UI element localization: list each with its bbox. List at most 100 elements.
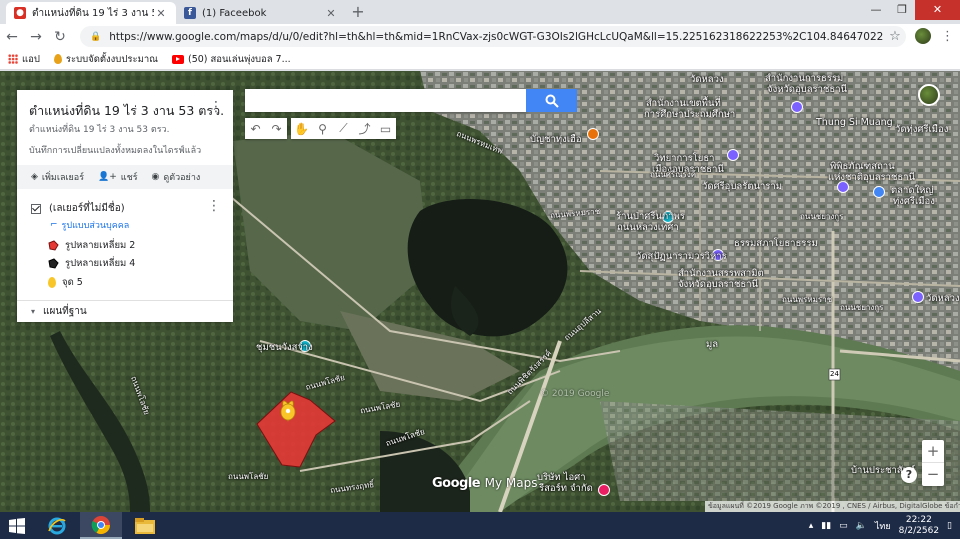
feature-item[interactable]: รูปหลายเหลี่ยม 2 (48, 238, 135, 253)
bookmark-label: แอป (22, 53, 40, 65)
bookmark-budget[interactable]: ระบบจัดตั้งงบประมาณ (53, 52, 158, 67)
place-label: ธรรมสภาโยธาธรรม (734, 238, 818, 249)
start-button[interactable] (0, 512, 34, 539)
redo-icon[interactable]: ↷ (266, 118, 287, 139)
map-title[interactable]: ตำแหน่งที่ดิน 19 ไร่ 3 งาน 53 ตรว. (29, 101, 224, 121)
ruler-icon[interactable]: ▭ (375, 118, 396, 139)
account-avatar[interactable] (918, 84, 940, 106)
map-menu-icon[interactable]: ⋮ (209, 99, 223, 115)
volume-icon[interactable]: 🔈 (856, 521, 867, 531)
search-icon (545, 94, 559, 108)
network-icon[interactable]: ▮▮ (821, 521, 831, 531)
zoom-out-button[interactable]: − (922, 463, 944, 486)
preview-button[interactable]: ◉ ดูตัวอย่าง (152, 170, 201, 184)
add-marker-icon[interactable]: ⚲ (312, 118, 333, 139)
feature-item[interactable]: รูปหลายเหลี่ยม 4 (48, 256, 135, 271)
taskbar-ie[interactable] (36, 512, 78, 539)
new-tab-button[interactable]: + (349, 3, 367, 21)
bookmark-label: (50) สอนเล่นพุ่งบอล 7... (187, 53, 291, 65)
share-button[interactable]: 👤+ แชร์ (98, 170, 138, 184)
help-icon[interactable]: ? (901, 467, 917, 483)
internet-explorer-icon (48, 517, 66, 534)
zoom-control: + − (922, 440, 944, 486)
window-controls: — ❐ ✕ (863, 0, 960, 20)
draw-line-icon[interactable]: ⟋ (333, 118, 354, 139)
layer-checkbox[interactable] (31, 203, 41, 214)
resort-poi-icon[interactable] (598, 484, 610, 496)
layer-row[interactable]: (เลเยอร์ที่ไม่มีชื่อ) (31, 201, 125, 216)
add-layer-label: เพิ่มเลเยอร์ (41, 173, 85, 183)
school-poi-icon[interactable] (587, 128, 599, 140)
hand-icon[interactable]: ✋ (291, 118, 312, 139)
bookmark-apps[interactable]: แอป (8, 52, 40, 67)
layer-name[interactable]: (เลเยอร์ที่ไม่มีชื่อ) (49, 201, 125, 216)
zoom-in-button[interactable]: + (922, 440, 944, 463)
map-tools: ↶ ↷ ✋ ⚲ ⟋ ⤴ ▭ (245, 118, 396, 139)
reload-icon[interactable]: ↻ (48, 29, 72, 45)
undo-icon[interactable]: ↶ (245, 118, 266, 139)
map-description[interactable]: ตำแหน่งที่ดิน 19 ไร่ 3 งาน 53 ตรว. (29, 122, 169, 136)
minimize-icon[interactable]: — (863, 0, 889, 20)
close-icon[interactable]: ✕ (324, 7, 338, 20)
bookmarks-bar: แอป ระบบจัดตั้งงบประมาณ (50) สอนเล่นพุ่ง… (0, 49, 960, 70)
place-label: รีสอร์ท จำกัด (539, 483, 593, 494)
temple-poi-icon[interactable] (727, 149, 739, 161)
map-attribution[interactable]: ข้อมูลแผนที่ ©2019 Google ภาพ ©2019 , CN… (705, 501, 960, 512)
notifications-icon[interactable]: ▯ (947, 521, 952, 531)
layer-menu-icon[interactable]: ⋮ (207, 198, 221, 214)
temple-poi-icon[interactable] (912, 291, 924, 303)
feature-label: จุด 5 (62, 277, 83, 288)
tab-facebook[interactable]: f (1) Faceebok ✕ (176, 2, 346, 24)
search-input[interactable] (245, 89, 527, 112)
taskbar-explorer[interactable] (124, 512, 166, 539)
profile-avatar[interactable] (915, 28, 931, 44)
chevron-up-icon[interactable]: ▴ (809, 521, 814, 531)
share-label: แชร์ (120, 173, 138, 183)
map-watermark: © 2019 Google (540, 389, 610, 399)
road-label: ถนนศรีณรงค์ (650, 170, 697, 179)
forward-icon[interactable]: → (24, 29, 48, 45)
battery-icon[interactable]: ▭ (839, 521, 848, 531)
add-layer-button[interactable]: ◈ เพิ่มเลเยอร์ (31, 170, 84, 184)
google-my-maps-logo: Google My Maps (432, 476, 538, 491)
apps-icon (8, 54, 18, 64)
place-label: วัดหลวง (926, 293, 960, 304)
individual-styles-link[interactable]: ⌐ รูปแบบส่วนบุคคล (50, 218, 129, 232)
close-icon[interactable]: ✕ (154, 7, 168, 20)
place-label: วัดศรีอุบลรัตนาราม (702, 181, 782, 192)
chevron-down-icon: ▾ (31, 307, 36, 316)
bookmark-youtube[interactable]: (50) สอนเล่นพุ่งบอล 7... (171, 52, 291, 67)
chrome-icon (91, 515, 110, 534)
restore-icon[interactable]: ❐ (889, 0, 915, 20)
place-label: ถนนหลวงเทศา (617, 222, 679, 233)
place-label: วัดสุปัฏนารามวรวิหาร (636, 251, 727, 262)
clock[interactable]: 22:22 8/2/2562 (899, 515, 939, 537)
base-map-toggle[interactable]: ▾ แผนที่ฐาน (17, 300, 233, 322)
shopping-poi-icon[interactable] (873, 186, 885, 198)
window-close-icon[interactable]: ✕ (915, 0, 960, 20)
taskbar-chrome[interactable] (80, 512, 122, 539)
keyboard-language[interactable]: ไทย (875, 519, 891, 533)
point-marker (280, 400, 296, 422)
eye-icon: ◉ (151, 172, 160, 182)
back-icon[interactable]: ← (0, 29, 24, 45)
place-label: ชุมชนวังสว่าง (256, 342, 313, 353)
base-map-label: แผนที่ฐาน (43, 306, 87, 317)
paint-roller-icon: ⌐ (50, 220, 58, 230)
search-button[interactable] (526, 89, 577, 112)
bookmark-star-icon[interactable]: ☆ (884, 29, 906, 44)
google-wordmark: Google (432, 476, 481, 491)
address-bar[interactable]: 🔒 https://www.google.com/maps/d/u/0/edit… (80, 26, 906, 47)
feature-item[interactable]: จุด 5 (48, 275, 83, 290)
place-label: จังหวัดอุบลราชธานี (767, 84, 848, 95)
style-label: รูปแบบส่วนบุคคล (61, 221, 130, 231)
place-label: ทุ่งศรีเมือง (893, 196, 935, 207)
directions-icon[interactable]: ⤴ (354, 118, 375, 139)
tab-google-maps[interactable]: ● ตำแหน่งที่ดิน 19 ไร่ 3 งาน 53 ตรว. ✕ (6, 2, 176, 24)
map-canvas[interactable]: 24 © 2019 Google ชุมชนวังสว่าง สำนักงานก… (0, 71, 960, 512)
place-label: Thung Si Muang (816, 117, 893, 128)
my-maps-panel: ตำแหน่งที่ดิน 19 ไร่ 3 งาน 53 ตรว. ⋮ ตำแ… (17, 90, 233, 322)
place-label: บัญชาทุ่งเฮือ (530, 134, 582, 145)
office-poi-icon[interactable] (791, 101, 803, 113)
chrome-menu-icon[interactable]: ⋮ (941, 29, 954, 44)
